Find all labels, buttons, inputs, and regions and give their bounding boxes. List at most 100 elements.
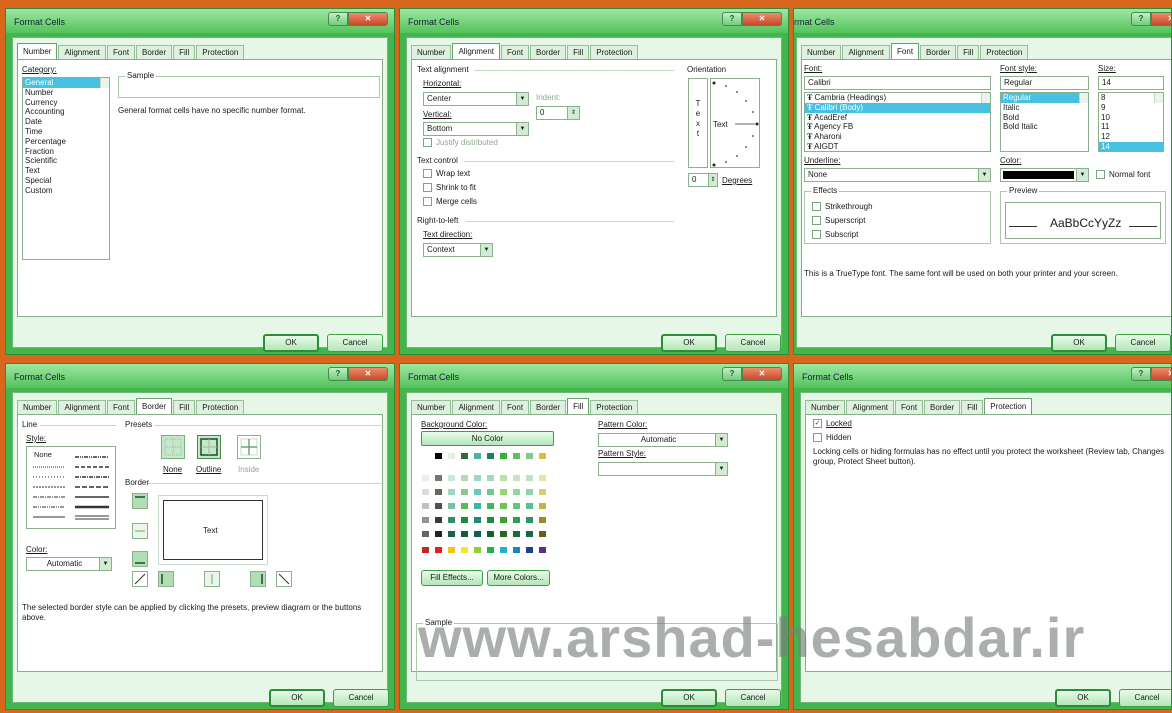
no-color-button[interactable]: No Color bbox=[421, 431, 554, 446]
list-item[interactable]: 9 bbox=[1099, 103, 1163, 113]
border-top-button[interactable] bbox=[132, 493, 148, 509]
list-item[interactable]: Custom bbox=[23, 186, 109, 196]
font-style-input[interactable]: Regular bbox=[1000, 76, 1089, 90]
close-button[interactable]: ✕ bbox=[742, 367, 782, 381]
tab-number[interactable]: Number bbox=[17, 400, 58, 414]
color-swatch[interactable] bbox=[538, 488, 547, 496]
orientation-dial[interactable]: Text bbox=[710, 78, 760, 168]
list-item[interactable]: General bbox=[23, 78, 109, 88]
close-button[interactable]: ✕ bbox=[348, 12, 388, 26]
color-swatch[interactable] bbox=[499, 530, 508, 538]
list-item[interactable]: Number bbox=[23, 88, 109, 98]
border-preview[interactable]: Text bbox=[158, 495, 268, 565]
list-item[interactable]: Accounting bbox=[23, 107, 109, 117]
tab-font[interactable]: Font bbox=[107, 45, 136, 59]
color-swatch[interactable] bbox=[434, 516, 443, 524]
color-swatch[interactable] bbox=[421, 452, 430, 460]
list-item[interactable]: Ŧ AcadEref bbox=[805, 113, 990, 123]
list-item[interactable]: 14 bbox=[1099, 141, 1163, 152]
color-swatch[interactable] bbox=[447, 530, 456, 538]
border-center-button[interactable] bbox=[204, 571, 220, 587]
tab-border[interactable]: Border bbox=[136, 45, 173, 59]
title-bar[interactable]: Format Cells ?✕ bbox=[6, 9, 394, 33]
border-right-button[interactable] bbox=[250, 571, 266, 587]
color-swatch[interactable] bbox=[512, 488, 521, 496]
list-item[interactable]: Special bbox=[23, 176, 109, 186]
tab-fill[interactable]: Fill bbox=[961, 400, 984, 414]
tab-number[interactable]: Number bbox=[411, 400, 452, 414]
color-swatch[interactable] bbox=[460, 474, 469, 482]
tab-protection[interactable]: Protection bbox=[196, 400, 245, 414]
tab-border[interactable]: Border bbox=[530, 400, 567, 414]
list-item[interactable]: Fraction bbox=[23, 147, 109, 157]
list-item[interactable]: 11 bbox=[1099, 122, 1163, 132]
list-item[interactable]: Ŧ AIGDT bbox=[805, 142, 990, 152]
tab-protection[interactable]: Protection bbox=[196, 45, 245, 59]
subscript-checkbox[interactable]: Subscript bbox=[812, 230, 858, 239]
preset-outline-button[interactable] bbox=[197, 435, 221, 459]
locked-checkbox[interactable]: ✓ Locked bbox=[813, 419, 852, 428]
cancel-button[interactable]: Cancel bbox=[725, 334, 781, 352]
color-swatch[interactable] bbox=[460, 452, 469, 460]
color-swatch[interactable] bbox=[512, 474, 521, 482]
color-swatch[interactable] bbox=[486, 488, 495, 496]
tab-alignment[interactable]: Alignment bbox=[452, 400, 501, 414]
color-swatch[interactable] bbox=[512, 530, 521, 538]
color-swatch[interactable] bbox=[473, 474, 482, 482]
font-style-list[interactable]: Regular Italic Bold Bold Italic bbox=[1000, 92, 1089, 152]
tab-number[interactable]: Number bbox=[805, 400, 846, 414]
color-swatch[interactable] bbox=[486, 530, 495, 538]
list-item[interactable]: Scientific bbox=[23, 156, 109, 166]
border-diag-up-button[interactable] bbox=[132, 571, 148, 587]
cancel-button[interactable]: Cancel bbox=[1119, 689, 1171, 707]
tab-font[interactable]: Font bbox=[107, 400, 136, 414]
help-button[interactable]: ? bbox=[328, 367, 348, 381]
shrink-checkbox[interactable]: Shrink to fit bbox=[423, 183, 476, 192]
category-list[interactable]: General Number Currency Accounting Date … bbox=[22, 77, 110, 260]
tab-protection[interactable]: Protection bbox=[980, 45, 1029, 59]
help-button[interactable]: ? bbox=[722, 367, 742, 381]
scrollbar[interactable] bbox=[1079, 93, 1088, 103]
help-button[interactable]: ? bbox=[722, 12, 742, 26]
color-swatch[interactable] bbox=[447, 474, 456, 482]
preset-inside-button[interactable] bbox=[237, 435, 261, 459]
color-swatch[interactable] bbox=[460, 516, 469, 524]
color-swatch[interactable] bbox=[434, 530, 443, 538]
color-swatch[interactable] bbox=[486, 516, 495, 524]
ok-button[interactable]: OK bbox=[661, 689, 717, 707]
color-swatch[interactable] bbox=[538, 452, 547, 460]
color-swatch[interactable] bbox=[447, 452, 456, 460]
list-item[interactable]: Ŧ Agency FB bbox=[805, 122, 990, 132]
color-swatch[interactable] bbox=[421, 546, 430, 554]
strikethrough-checkbox[interactable]: Strikethrough bbox=[812, 202, 873, 211]
title-bar[interactable]: Format Cells ?✕ bbox=[794, 364, 1171, 388]
help-button[interactable]: ? bbox=[1131, 367, 1151, 381]
color-swatch[interactable] bbox=[460, 488, 469, 496]
tab-alignment[interactable]: Alignment bbox=[58, 400, 107, 414]
color-swatch[interactable] bbox=[538, 502, 547, 510]
justify-checkbox[interactable]: Justify distributed bbox=[423, 138, 498, 147]
color-swatch[interactable] bbox=[421, 516, 430, 524]
font-color-select[interactable]: ▼ bbox=[1000, 168, 1089, 182]
color-swatch[interactable] bbox=[434, 546, 443, 554]
merge-checkbox[interactable]: Merge cells bbox=[423, 197, 477, 206]
tab-font[interactable]: Font bbox=[891, 43, 920, 59]
list-item[interactable]: Regular bbox=[1001, 93, 1088, 103]
color-swatch[interactable] bbox=[434, 502, 443, 510]
list-item[interactable]: Ŧ Calibri (Body) bbox=[805, 102, 990, 113]
color-swatch[interactable] bbox=[512, 546, 521, 554]
list-item[interactable]: 10 bbox=[1099, 113, 1163, 123]
indent-spinner[interactable]: 0 ⇕ bbox=[536, 106, 580, 120]
scrollbar[interactable] bbox=[100, 78, 109, 88]
color-swatch[interactable] bbox=[486, 502, 495, 510]
color-swatch[interactable] bbox=[486, 474, 495, 482]
cancel-button[interactable]: Cancel bbox=[725, 689, 781, 707]
color-swatch[interactable] bbox=[499, 474, 508, 482]
cancel-button[interactable]: Cancel bbox=[1115, 334, 1171, 352]
color-swatch[interactable] bbox=[538, 474, 547, 482]
list-item[interactable]: Text bbox=[23, 166, 109, 176]
color-swatch[interactable] bbox=[473, 452, 482, 460]
list-item[interactable]: Italic bbox=[1001, 103, 1088, 113]
cancel-button[interactable]: Cancel bbox=[327, 334, 383, 352]
tab-fill[interactable]: Fill bbox=[567, 398, 590, 414]
